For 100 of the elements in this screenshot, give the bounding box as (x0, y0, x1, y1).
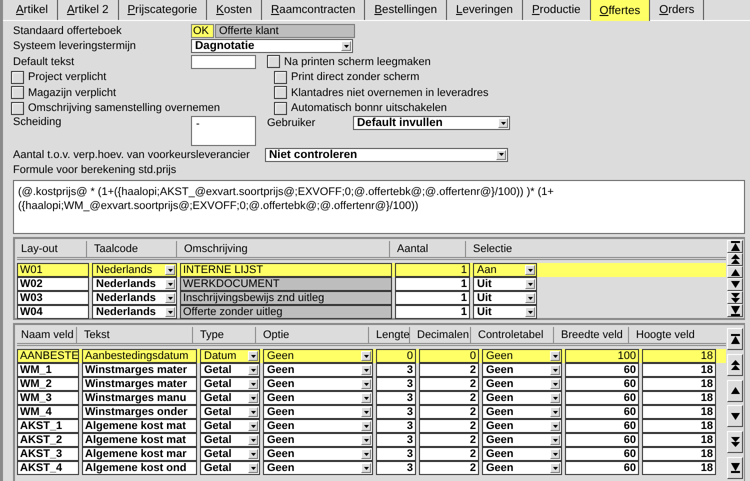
checkbox[interactable] (11, 102, 24, 115)
dropdown-button[interactable] (248, 365, 258, 375)
table-cell[interactable]: 2 (419, 447, 479, 461)
table-cell[interactable]: Offerte zonder uitleg (180, 305, 392, 319)
table-cell[interactable]: 18 (642, 419, 716, 433)
dropdown-button[interactable] (550, 407, 560, 417)
table-cell[interactable]: 0 (419, 349, 479, 363)
table-cell[interactable]: 18 (642, 461, 716, 475)
table-cell[interactable]: Winstmarges mater (82, 363, 197, 377)
table-cell[interactable]: 3 (376, 405, 416, 419)
table-cell[interactable]: 60 (565, 377, 639, 391)
dropdown-button[interactable] (165, 307, 175, 317)
table-cell[interactable]: 18 (642, 363, 716, 377)
table-cell[interactable]: WM_2 (17, 377, 79, 391)
dropdown-button[interactable] (550, 463, 560, 473)
dropdown-cell[interactable]: Geen (482, 363, 562, 377)
table-cell[interactable]: Algemene kost ond (82, 461, 197, 475)
dropdown-button[interactable] (498, 118, 508, 128)
dropdown-cell[interactable]: Geen (263, 349, 373, 363)
dropdown-cell[interactable]: Geen (482, 405, 562, 419)
table-cell[interactable]: 3 (376, 391, 416, 405)
dropdown-button[interactable] (496, 150, 506, 160)
table-cell[interactable]: 60 (565, 461, 639, 475)
table-cell[interactable]: 3 (376, 433, 416, 447)
tab[interactable]: Artikel 2 (58, 0, 118, 20)
dropdown-cell[interactable]: Getal (200, 433, 260, 447)
dropdown-button[interactable] (550, 421, 560, 431)
dropdown-button[interactable] (361, 435, 371, 445)
text-area[interactable]: - (191, 116, 256, 146)
table-cell[interactable]: AKST_3 (17, 447, 79, 461)
dropdown-button[interactable] (248, 449, 258, 459)
checkbox[interactable] (274, 70, 287, 84)
table-cell[interactable]: 1 (395, 305, 470, 319)
dropdown-cell[interactable]: Geen (263, 391, 373, 405)
dropdown-cell[interactable]: Geen (482, 391, 562, 405)
checkbox[interactable] (274, 102, 287, 115)
dropdown-button[interactable] (525, 307, 535, 317)
dropdown-cell[interactable]: Getal (200, 461, 260, 475)
tab[interactable]: Artikel (7, 0, 58, 20)
table-cell[interactable]: AKST_4 (17, 461, 79, 475)
dropdown-cell[interactable]: Geen (263, 419, 373, 433)
dropdown-cell[interactable]: Nederlands (92, 305, 177, 319)
dropdown-button[interactable] (361, 449, 371, 459)
scroll-button[interactable] (727, 252, 743, 266)
dropdown-button[interactable] (165, 293, 175, 303)
dropdown-cell[interactable]: Geen (263, 377, 373, 391)
scroll-button[interactable] (727, 457, 743, 480)
dropdown-cell[interactable]: Nederlands (92, 263, 177, 277)
table-cell[interactable]: 60 (565, 391, 639, 405)
scroll-button[interactable] (727, 354, 743, 376)
table-cell[interactable]: INTERNE LIJST (180, 263, 392, 277)
table-cell[interactable]: 100 (565, 349, 639, 363)
dropdown-button[interactable] (550, 365, 560, 375)
table-cell[interactable]: 18 (642, 391, 716, 405)
table-cell[interactable]: 2 (419, 391, 479, 405)
table-cell[interactable]: Inschrijvingsbewijs znd uitleg (180, 291, 392, 305)
table-cell[interactable]: Algemene kost mat (82, 433, 197, 447)
dropdown-button[interactable] (525, 279, 535, 289)
table-cell[interactable]: 3 (376, 447, 416, 461)
dropdown-button[interactable] (165, 265, 175, 275)
dropdown-cell[interactable]: Uit (473, 277, 537, 291)
scroll-button[interactable] (727, 291, 743, 304)
table-cell[interactable]: WM_3 (17, 391, 79, 405)
table-cell[interactable]: 3 (376, 461, 416, 475)
dropdown-cell[interactable]: Geen (482, 377, 562, 391)
table-cell[interactable]: 1 (395, 277, 470, 291)
table-cell[interactable]: 18 (642, 349, 716, 363)
checkbox[interactable] (11, 70, 24, 84)
input-field[interactable] (191, 54, 256, 69)
tab[interactable]: Leveringen (447, 0, 523, 20)
dropdown-button[interactable] (361, 365, 371, 375)
table-cell[interactable]: 2 (419, 363, 479, 377)
dropdown-button[interactable] (341, 41, 351, 52)
dropdown-field[interactable]: Dagnotatie (191, 39, 353, 54)
dropdown-button[interactable] (361, 463, 371, 473)
checkbox[interactable] (11, 86, 24, 100)
scroll-button[interactable] (727, 431, 743, 454)
table-cell[interactable]: 18 (642, 433, 716, 447)
dropdown-button[interactable] (550, 393, 560, 403)
dropdown-button[interactable] (248, 421, 258, 431)
dropdown-cell[interactable]: Getal (200, 377, 260, 391)
tab[interactable]: Raamcontracten (262, 0, 366, 20)
dropdown-cell[interactable]: Geen (482, 349, 562, 363)
dropdown-button[interactable] (165, 279, 175, 289)
table-cell[interactable]: 60 (565, 433, 639, 447)
table-cell[interactable]: WERKDOCUMENT (180, 277, 392, 291)
dropdown-button[interactable] (248, 393, 258, 403)
table-cell[interactable]: AANBESTE (17, 349, 79, 363)
dropdown-button[interactable] (550, 449, 560, 459)
dropdown-cell[interactable]: Geen (482, 461, 562, 475)
table-cell[interactable]: 1 (395, 263, 470, 277)
table-cell[interactable]: WM_4 (17, 405, 79, 419)
dropdown-cell[interactable]: Geen (263, 461, 373, 475)
table-cell[interactable]: 2 (419, 433, 479, 447)
tab[interactable]: Kosten (207, 0, 262, 20)
dropdown-button[interactable] (248, 463, 258, 473)
dropdown-field[interactable]: Niet controleren (265, 148, 508, 162)
scroll-button[interactable] (727, 240, 743, 253)
dropdown-cell[interactable]: Getal (200, 391, 260, 405)
table-cell[interactable]: 18 (642, 377, 716, 391)
